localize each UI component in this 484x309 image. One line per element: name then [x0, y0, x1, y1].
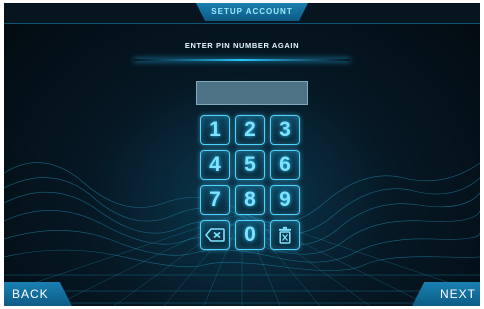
backspace-icon [205, 228, 225, 242]
trash-icon [279, 226, 291, 244]
setup-account-screen: SETUP ACCOUNT ENTER PIN NUMBER AGAIN 1 2… [4, 3, 480, 306]
key-8[interactable]: 8 [235, 185, 265, 215]
key-4[interactable]: 4 [200, 150, 230, 180]
key-3[interactable]: 3 [270, 115, 300, 145]
key-9[interactable]: 9 [270, 185, 300, 215]
screen-title: SETUP ACCOUNT [196, 3, 308, 21]
instruction-text: ENTER PIN NUMBER AGAIN [184, 41, 300, 50]
key-6[interactable]: 6 [270, 150, 300, 180]
backspace-key[interactable] [200, 220, 230, 250]
key-1[interactable]: 1 [200, 115, 230, 145]
key-5[interactable]: 5 [235, 150, 265, 180]
key-2[interactable]: 2 [235, 115, 265, 145]
numeric-keypad: 1 2 3 4 5 6 7 8 9 0 [200, 115, 302, 250]
instruction-underline [134, 59, 350, 61]
key-0[interactable]: 0 [235, 220, 265, 250]
key-7[interactable]: 7 [200, 185, 230, 215]
clear-key[interactable] [270, 220, 300, 250]
top-bar: SETUP ACCOUNT [4, 3, 480, 24]
pin-input-field[interactable] [196, 81, 308, 105]
